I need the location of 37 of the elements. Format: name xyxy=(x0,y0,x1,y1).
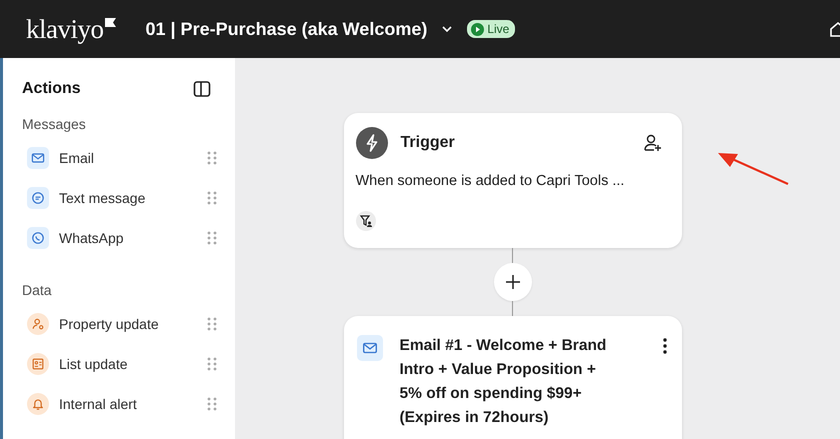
status-badge: Live xyxy=(467,20,516,38)
email-step-card[interactable]: Email #1 - Welcome + Brand Intro + Value Proposition + 5% off on spending $99+ (Expires in 72hours) xyxy=(344,316,682,439)
drag-handle-icon[interactable] xyxy=(207,150,217,166)
section-heading: Messages xyxy=(22,116,87,132)
home-icon[interactable] xyxy=(830,21,840,37)
action-item[interactable]: Internal alert xyxy=(19,384,235,424)
klaviyo-logo: klaviyo xyxy=(26,14,116,44)
drag-handle-icon[interactable] xyxy=(207,316,217,332)
action-item[interactable]: WhatsApp xyxy=(19,218,235,258)
more-options-icon[interactable] xyxy=(662,337,668,355)
action-item[interactable]: List update xyxy=(19,344,235,384)
trigger-description: When someone is added to Capri Tools ... xyxy=(356,173,626,189)
action-icon xyxy=(27,187,49,209)
sidebar-title: Actions xyxy=(22,80,81,98)
add-step-button[interactable] xyxy=(494,263,532,301)
trigger-title: Trigger xyxy=(400,134,456,152)
action-item[interactable]: Text message xyxy=(19,178,235,218)
drag-handle-icon[interactable] xyxy=(207,190,217,206)
add-user-icon[interactable] xyxy=(642,133,662,153)
action-icon xyxy=(27,147,49,169)
trigger-card[interactable]: Trigger When someone is added to Capri Tools ... xyxy=(344,113,682,248)
section-heading: Data xyxy=(22,282,53,298)
email-step-title: Email #1 - Welcome + Brand Intro + Value Proposition + 5% off on spending $99+ (Expires in 72hours) xyxy=(400,336,608,428)
flow-title[interactable]: 01 | Pre-Purchase (aka Welcome) xyxy=(146,18,428,40)
panel-toggle-icon[interactable] xyxy=(193,80,211,98)
lightning-icon xyxy=(356,127,388,159)
action-icon xyxy=(27,227,49,249)
drag-handle-icon[interactable] xyxy=(207,356,217,372)
drag-handle-icon[interactable] xyxy=(207,396,217,412)
action-item[interactable]: Email xyxy=(19,138,235,178)
filter-person-icon[interactable] xyxy=(356,211,376,231)
drag-handle-icon[interactable] xyxy=(207,230,217,246)
action-item[interactable]: Property update xyxy=(19,304,235,344)
email-icon xyxy=(356,335,382,361)
action-icon xyxy=(27,353,49,375)
action-icon xyxy=(27,313,49,335)
action-icon xyxy=(27,393,49,415)
